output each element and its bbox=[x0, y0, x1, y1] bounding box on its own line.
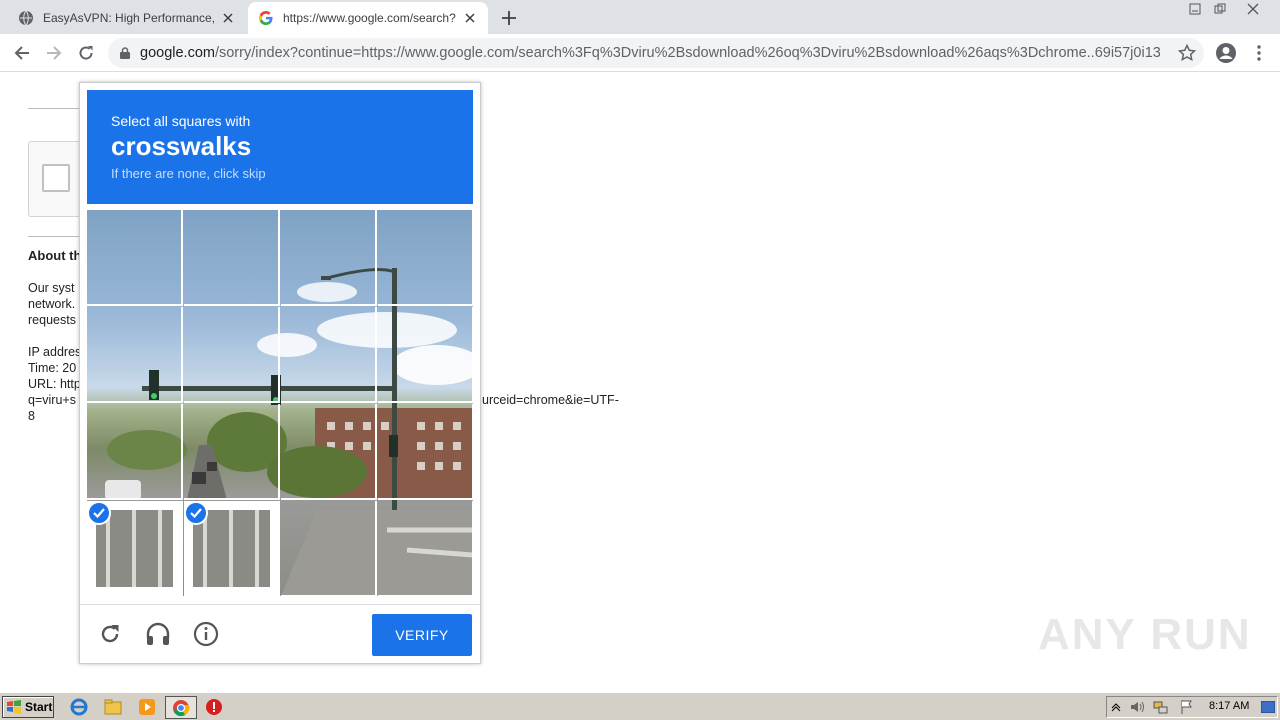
internet-explorer-icon[interactable] bbox=[70, 698, 88, 716]
stop-alert-icon[interactable] bbox=[205, 698, 223, 716]
challenge-tile[interactable] bbox=[184, 404, 280, 500]
minimize-icon bbox=[1189, 3, 1201, 15]
volume-icon[interactable] bbox=[1129, 699, 1145, 715]
profile-button[interactable] bbox=[1212, 39, 1240, 67]
headphones-icon bbox=[146, 622, 170, 645]
account-circle-icon bbox=[1216, 43, 1236, 63]
action-center-flag-icon[interactable] bbox=[1179, 699, 1195, 715]
windows-logo-icon bbox=[7, 700, 21, 714]
back-arrow-icon bbox=[14, 46, 29, 60]
close-tab-icon[interactable] bbox=[220, 10, 236, 26]
restore-button[interactable] bbox=[1207, 0, 1233, 18]
close-icon bbox=[1247, 3, 1259, 15]
taskbar-chrome-active[interactable] bbox=[165, 696, 197, 719]
reload-icon bbox=[79, 46, 93, 60]
minimize-button[interactable] bbox=[1182, 0, 1208, 18]
challenge-tile[interactable] bbox=[281, 501, 377, 596]
challenge-tile[interactable] bbox=[87, 210, 183, 306]
back-button[interactable] bbox=[8, 39, 36, 67]
forward-button[interactable] bbox=[40, 39, 68, 67]
restore-icon bbox=[1214, 3, 1226, 14]
tile-image bbox=[96, 510, 173, 587]
kebab-menu-icon bbox=[1257, 45, 1261, 61]
plus-icon bbox=[502, 11, 516, 25]
challenge-instruction: Select all squares with bbox=[111, 113, 251, 129]
challenge-tile[interactable] bbox=[184, 307, 280, 403]
menu-button[interactable] bbox=[1245, 39, 1273, 67]
about-paragraph-line: Our syst bbox=[28, 281, 75, 295]
tab-title: EasyAsVPN: High Performance, Anon bbox=[43, 11, 214, 25]
media-player-icon[interactable] bbox=[138, 698, 156, 716]
challenge-header: Select all squares with crosswalks If th… bbox=[87, 90, 473, 204]
challenge-tile[interactable] bbox=[378, 307, 473, 403]
ip-info-line: 8 bbox=[28, 409, 35, 423]
challenge-tile[interactable] bbox=[378, 210, 473, 306]
close-window-button[interactable] bbox=[1240, 0, 1266, 18]
reload-button[interactable] bbox=[72, 39, 100, 67]
challenge-tile[interactable] bbox=[87, 501, 183, 596]
system-tray bbox=[1106, 696, 1278, 718]
tile-checkmark-icon bbox=[87, 501, 111, 525]
taskbar-clock: 8:17 AM bbox=[1209, 700, 1250, 712]
file-explorer-icon[interactable] bbox=[104, 698, 122, 716]
url-host: google.com bbox=[140, 45, 215, 61]
verify-button[interactable]: VERIFY bbox=[372, 614, 472, 656]
tray-expand-icon[interactable] bbox=[1111, 702, 1121, 712]
globe-icon bbox=[19, 10, 33, 26]
about-heading: About th bbox=[28, 248, 82, 263]
tab-strip: EasyAsVPN: High Performance, Anon https:… bbox=[0, 0, 1280, 34]
bookmark-star-icon[interactable] bbox=[1178, 44, 1196, 62]
url-text: google.com/sorry/index?continue=https://… bbox=[140, 45, 1160, 61]
ip-info-line: Time: 20 bbox=[28, 361, 77, 375]
google-g-icon bbox=[259, 11, 273, 25]
info-icon bbox=[193, 621, 219, 647]
refresh-icon bbox=[101, 625, 119, 643]
windows-taskbar: Start 8:17 AM bbox=[0, 692, 1280, 720]
lock-icon bbox=[120, 47, 130, 59]
ip-info-line: IP addres bbox=[28, 345, 82, 359]
challenge-tile[interactable] bbox=[87, 404, 183, 500]
ip-info-line: q=viru+s bbox=[28, 393, 76, 407]
recaptcha-challenge-dialog: Select all squares with crosswalks If th… bbox=[79, 82, 481, 664]
challenge-tile[interactable] bbox=[281, 307, 377, 403]
audio-challenge-button[interactable] bbox=[143, 619, 173, 649]
challenge-hint: If there are none, click skip bbox=[111, 166, 266, 181]
tab-title: https://www.google.com/search?q= bbox=[283, 11, 456, 25]
tab-easyasvpn[interactable]: EasyAsVPN: High Performance, Anon bbox=[8, 2, 246, 34]
challenge-image-grid bbox=[87, 210, 473, 596]
start-label: Start bbox=[25, 700, 53, 714]
tile-image bbox=[193, 510, 270, 587]
challenge-target: crosswalks bbox=[111, 131, 252, 161]
close-tab-icon[interactable] bbox=[462, 10, 478, 26]
forward-arrow-icon bbox=[47, 46, 62, 60]
url-tail-text: urceid=chrome&ie=UTF- bbox=[482, 393, 619, 407]
show-desktop-icon[interactable] bbox=[1261, 701, 1275, 713]
browser-toolbar: google.com/sorry/index?continue=https://… bbox=[0, 34, 1280, 72]
about-paragraph-line: requests bbox=[28, 313, 76, 327]
challenge-tile[interactable] bbox=[87, 307, 183, 403]
tile-checkmark-icon bbox=[184, 501, 208, 525]
challenge-tile[interactable] bbox=[184, 210, 280, 306]
help-button[interactable] bbox=[191, 619, 221, 649]
anyrun-watermark: ANY RUN bbox=[1038, 610, 1252, 659]
challenge-tile[interactable] bbox=[378, 501, 473, 596]
url-path: /sorry/index?continue=https://www.google… bbox=[214, 45, 1160, 61]
challenge-tile[interactable] bbox=[281, 210, 377, 306]
about-paragraph-line: network. bbox=[28, 297, 76, 311]
new-tab-button[interactable] bbox=[498, 7, 520, 29]
tab-google-search[interactable]: https://www.google.com/search?q= bbox=[248, 2, 488, 34]
network-icon[interactable] bbox=[1153, 699, 1169, 715]
address-bar[interactable]: google.com/sorry/index?continue=https://… bbox=[108, 38, 1204, 68]
challenge-footer: VERIFY bbox=[80, 604, 480, 664]
ip-info-line: URL: http bbox=[28, 377, 81, 391]
challenge-tile[interactable] bbox=[281, 404, 377, 500]
recaptcha-checkbox[interactable] bbox=[42, 164, 70, 192]
chrome-icon bbox=[173, 700, 190, 717]
challenge-tile[interactable] bbox=[378, 404, 473, 500]
divider bbox=[28, 236, 80, 237]
reload-challenge-button[interactable] bbox=[95, 619, 125, 649]
challenge-tile[interactable] bbox=[184, 501, 280, 596]
divider bbox=[28, 108, 80, 109]
start-button[interactable]: Start bbox=[2, 696, 54, 718]
